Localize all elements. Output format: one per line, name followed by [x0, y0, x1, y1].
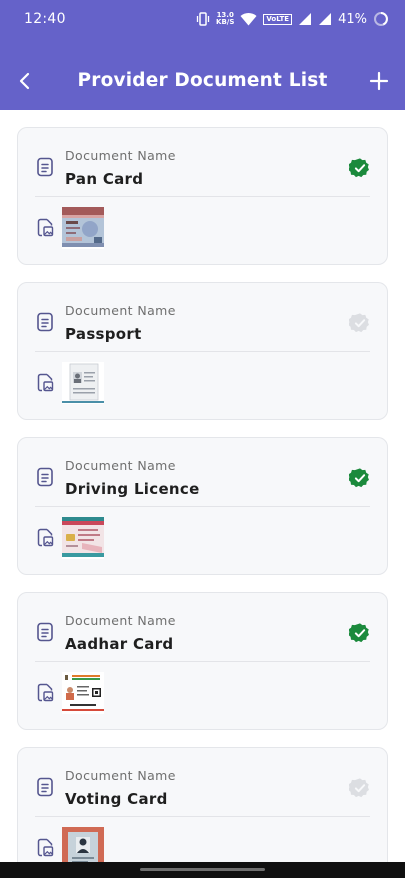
document-name: Driving Licence: [65, 480, 200, 498]
card-divider: [35, 661, 370, 662]
document-card[interactable]: Document Name Aadhar Card: [17, 592, 388, 730]
document-icon: [37, 312, 53, 332]
verified-check-icon: [349, 158, 369, 178]
image-file-icon: [37, 683, 54, 702]
card-divider: [35, 816, 370, 817]
document-name-label: Document Name: [65, 613, 176, 628]
wifi-icon: [240, 12, 257, 26]
home-gesture-handle[interactable]: [140, 868, 265, 871]
document-name: Voting Card: [65, 790, 168, 808]
status-bar: 12:40 13.0 KB/S VoLTE 41%: [0, 0, 405, 40]
verified-check-icon: [349, 468, 369, 488]
document-icon: [37, 622, 53, 642]
app-header: 12:40 13.0 KB/S VoLTE 41% Provider Docum…: [0, 0, 405, 110]
status-time: 12:40: [24, 11, 66, 27]
plus-icon[interactable]: [367, 69, 391, 93]
aadhar-card-thumbnail[interactable]: [62, 672, 104, 714]
document-card[interactable]: Document Name Driving Licence: [17, 437, 388, 575]
document-icon: [37, 777, 53, 797]
battery-ring-icon: [374, 12, 388, 26]
card-divider: [35, 506, 370, 507]
image-file-icon: [37, 373, 54, 392]
passport-thumbnail[interactable]: [62, 362, 104, 404]
pan-card-thumbnail[interactable]: [62, 207, 104, 249]
volte-badge: VoLTE: [263, 13, 293, 25]
signal-icon-1: [299, 13, 312, 25]
card-divider: [35, 351, 370, 352]
document-name-label: Document Name: [65, 768, 176, 783]
battery-percent: 41%: [338, 11, 367, 27]
document-name-label: Document Name: [65, 148, 176, 163]
image-file-icon: [37, 838, 54, 857]
document-name-label: Document Name: [65, 458, 176, 473]
verified-check-icon: [349, 623, 369, 643]
image-file-icon: [37, 528, 54, 547]
document-card[interactable]: Document Name Passport: [17, 282, 388, 420]
document-name: Pan Card: [65, 170, 144, 188]
system-navigation-bar: [0, 862, 405, 878]
document-icon: [37, 157, 53, 177]
document-card[interactable]: Document Name Voting Card: [17, 747, 388, 862]
voting-card-thumbnail[interactable]: [62, 827, 104, 862]
signal-icon-2: [319, 13, 332, 25]
vibrate-icon: [196, 12, 210, 26]
document-name: Aadhar Card: [65, 635, 174, 653]
card-divider: [35, 196, 370, 197]
network-speed: 13.0 KB/S: [216, 11, 235, 26]
document-card[interactable]: Document Name Pan Card: [17, 127, 388, 265]
image-file-icon: [37, 218, 54, 237]
document-icon: [37, 467, 53, 487]
unverified-check-icon: [349, 778, 369, 798]
unverified-check-icon: [349, 313, 369, 333]
status-icons: 13.0 KB/S VoLTE 41%: [196, 10, 389, 28]
document-list: Document Name Pan Card Document Name Pas…: [0, 110, 405, 862]
driving-licence-thumbnail[interactable]: [62, 517, 104, 559]
document-name: Passport: [65, 325, 142, 343]
page-title: Provider Document List: [77, 70, 328, 91]
document-name-label: Document Name: [65, 303, 176, 318]
